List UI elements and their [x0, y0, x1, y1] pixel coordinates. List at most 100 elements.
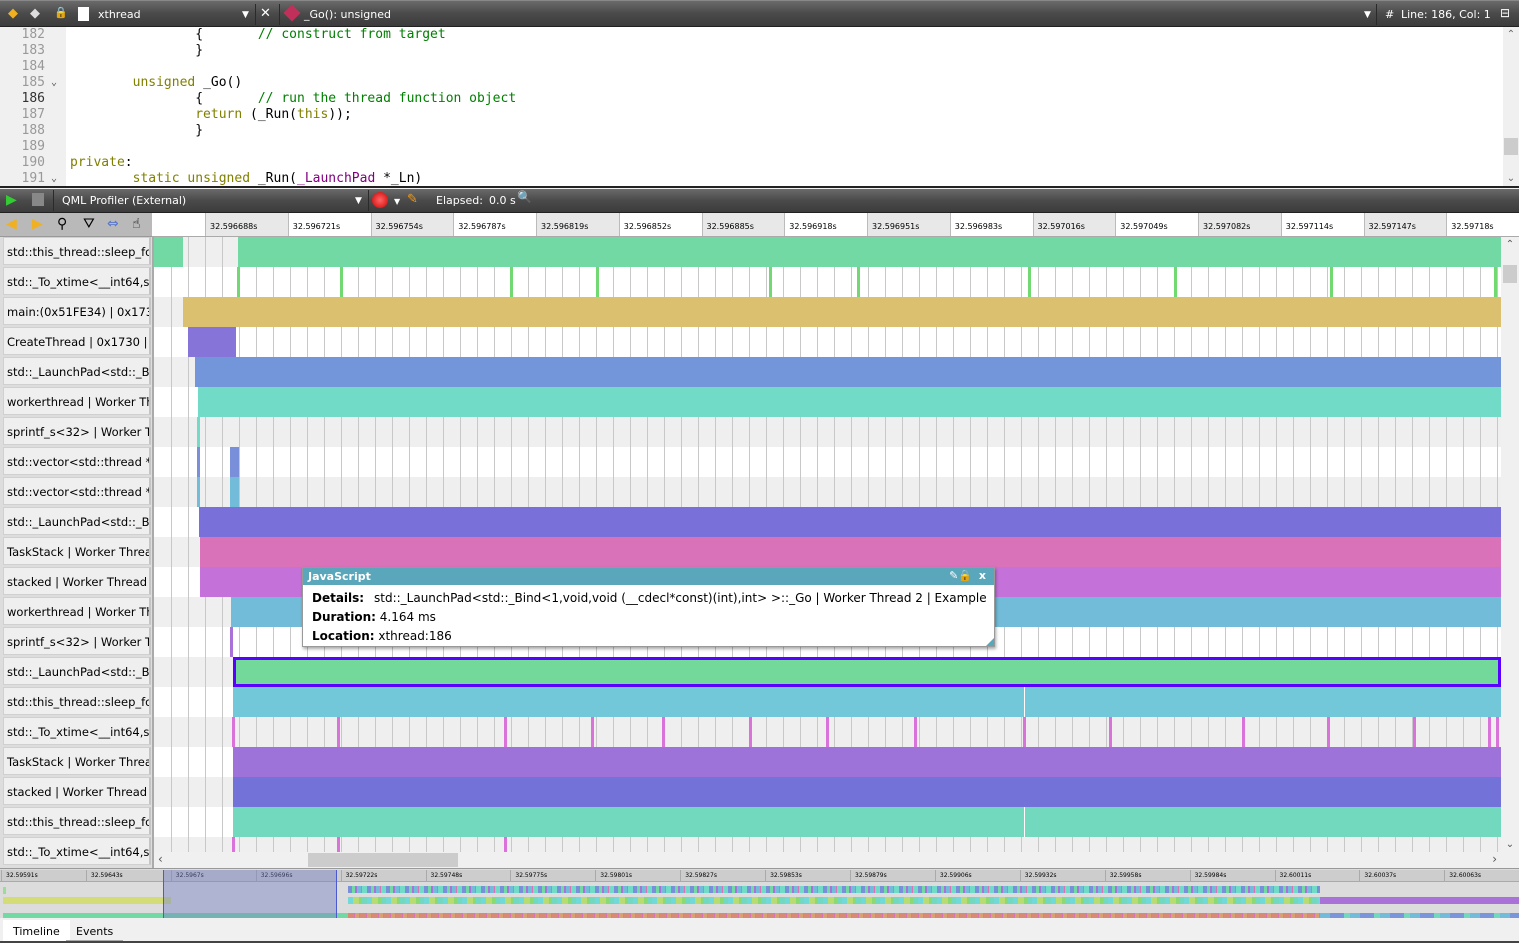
scroll-thumb[interactable] — [308, 853, 458, 867]
track-row[interactable] — [154, 537, 1501, 567]
track-label[interactable]: std::this_thread::sleep_for... — [3, 807, 151, 835]
track-row[interactable] — [154, 717, 1501, 747]
split-icon[interactable]: ⊟ — [1500, 6, 1510, 20]
event-mark[interactable] — [748, 717, 752, 747]
event-mark[interactable] — [1413, 717, 1417, 747]
track-label[interactable]: stacked | Worker Thread 1 ... — [3, 777, 151, 805]
search-icon[interactable]: 🔍 — [517, 190, 532, 204]
code-editor[interactable]: 182 { // construct from target 183 } 184 18… — [0, 27, 1519, 188]
code-line[interactable]: 191 ⌄ static unsigned _Run(_LaunchPad *_L… — [0, 171, 1500, 187]
event-mark[interactable] — [1494, 267, 1498, 297]
profiler-select[interactable]: QML Profiler (External) — [62, 194, 186, 207]
event-bar[interactable] — [198, 507, 1501, 537]
track-row[interactable] — [154, 417, 1501, 447]
scroll-thumb[interactable] — [1504, 138, 1518, 155]
track-label[interactable]: workerthread | Worker Thr... — [3, 387, 151, 415]
code-line[interactable]: 185 ⌄ unsigned _Go() — [0, 75, 1500, 91]
chevron-down-icon[interactable]: ▼ — [242, 10, 249, 20]
event-mark[interactable] — [236, 447, 240, 477]
event-mark[interactable] — [196, 447, 200, 477]
track-label[interactable]: TaskStack | Worker Thread... — [3, 537, 151, 565]
back-arrow-icon[interactable]: ◆ — [8, 6, 18, 21]
event-mark[interactable] — [595, 267, 599, 297]
track-label[interactable]: std::_To_xtime<__int64,st... — [3, 717, 151, 745]
timeline-overview[interactable]: 32.59591s 32.59643s 32.5967s 32.59696s 32.59… — [0, 868, 1519, 920]
event-mark[interactable] — [768, 267, 772, 297]
scroll-thumb[interactable] — [1503, 265, 1517, 283]
track-label[interactable]: std::_LaunchPad<std::_Bin... — [3, 657, 151, 685]
event-mark[interactable] — [336, 717, 340, 747]
track-label[interactable]: std::vector<std::thread *,... — [3, 447, 151, 475]
event-mark[interactable] — [196, 477, 200, 507]
track-row[interactable] — [154, 297, 1501, 327]
event-mark[interactable] — [236, 477, 240, 507]
chevron-down-icon[interactable]: ▼ — [355, 196, 362, 206]
scroll-right-icon[interactable]: › — [1492, 852, 1497, 866]
event-mark[interactable] — [1242, 717, 1246, 747]
event-bar[interactable] — [182, 297, 1501, 327]
cursor-position[interactable]: Line: 186, Col: 1 — [1401, 8, 1491, 21]
track-row[interactable] — [154, 387, 1501, 417]
event-mark[interactable] — [232, 717, 236, 747]
event-mark[interactable] — [237, 267, 241, 297]
track-row[interactable] — [154, 687, 1501, 717]
event-mark[interactable] — [1173, 267, 1177, 297]
scroll-left-icon[interactable]: ‹ — [158, 852, 163, 866]
tab-events[interactable]: Events — [66, 920, 124, 941]
event-bar[interactable] — [197, 387, 1501, 417]
zoom-icon[interactable]: ⚲ — [57, 216, 67, 232]
tab-timeline[interactable]: Timeline — [3, 920, 70, 941]
lock-icon[interactable]: 🔒 — [54, 6, 68, 19]
file-name-dropdown[interactable]: xthread — [98, 8, 141, 21]
chevron-down-icon[interactable]: ▼ — [1364, 10, 1371, 20]
event-bar[interactable] — [233, 747, 1501, 777]
scroll-up-icon[interactable]: ⌃ — [1501, 239, 1519, 250]
code-line[interactable]: 188 } — [0, 123, 1500, 139]
event-mark[interactable] — [503, 837, 507, 852]
stop-icon[interactable] — [32, 193, 44, 206]
track-label[interactable]: sprintf_s<32> | Worker Th... — [3, 417, 151, 445]
track-row[interactable] — [154, 237, 1501, 267]
event-mark[interactable] — [913, 717, 917, 747]
close-icon[interactable]: ✕ — [260, 6, 271, 21]
event-bar[interactable] — [233, 807, 1024, 837]
selected-event-bar[interactable] — [233, 657, 1501, 687]
record-icon[interactable] — [372, 192, 388, 208]
forward-arrow-icon[interactable]: ◆ — [30, 6, 40, 21]
view-events-icon[interactable]: ☝ — [132, 216, 141, 232]
track-row[interactable] — [154, 477, 1501, 507]
event-mark[interactable] — [1108, 717, 1112, 747]
code-line[interactable]: 186 { // run the thread function object — [0, 91, 1500, 107]
event-mark[interactable] — [1496, 717, 1500, 747]
code-line[interactable]: 183 } — [0, 43, 1500, 59]
code-line[interactable]: 184 — [0, 59, 1500, 75]
code-line[interactable]: 190 private: — [0, 155, 1500, 171]
overview-selection[interactable] — [163, 870, 337, 919]
event-bar[interactable] — [154, 237, 183, 267]
event-mark[interactable] — [196, 417, 200, 447]
event-mark[interactable] — [1022, 717, 1026, 747]
track-row[interactable] — [154, 507, 1501, 537]
track-label[interactable]: TaskStack | Worker Thread... — [3, 747, 151, 775]
event-mark[interactable] — [856, 267, 860, 297]
resize-grip-icon[interactable] — [986, 638, 994, 646]
track-label[interactable]: std::_To_xtime<__int64,st... — [3, 837, 151, 865]
chevron-down-icon[interactable]: ▼ — [394, 197, 400, 206]
fold-chevron-icon[interactable]: ⌄ — [51, 171, 57, 187]
track-label[interactable]: std::_LaunchPad<std::_Bin... — [3, 357, 151, 385]
pin-icon[interactable]: ✎🔒 — [949, 569, 972, 582]
event-mark[interactable] — [1329, 267, 1333, 297]
track-label[interactable]: std::this_thread::sleep_for... — [3, 237, 151, 265]
editor-scrollbar[interactable]: ⌃ ⌄ — [1503, 27, 1519, 186]
track-row[interactable] — [154, 837, 1501, 852]
event-bar[interactable] — [194, 357, 1501, 387]
time-ruler[interactable]: 56s32.596688s32.596721s32.596754s32.5967… — [152, 213, 1519, 237]
prev-event-icon[interactable]: ◀ — [6, 216, 17, 232]
event-bar[interactable] — [238, 237, 1501, 267]
event-mark[interactable] — [826, 717, 830, 747]
fold-chevron-icon[interactable]: ⌄ — [51, 75, 57, 91]
clear-icon[interactable]: ✎ — [407, 192, 418, 207]
track-label[interactable]: main:(0x51FE34) | 0x1730 ... — [3, 297, 151, 325]
event-mark[interactable] — [1488, 717, 1492, 747]
track-row[interactable] — [154, 807, 1501, 837]
